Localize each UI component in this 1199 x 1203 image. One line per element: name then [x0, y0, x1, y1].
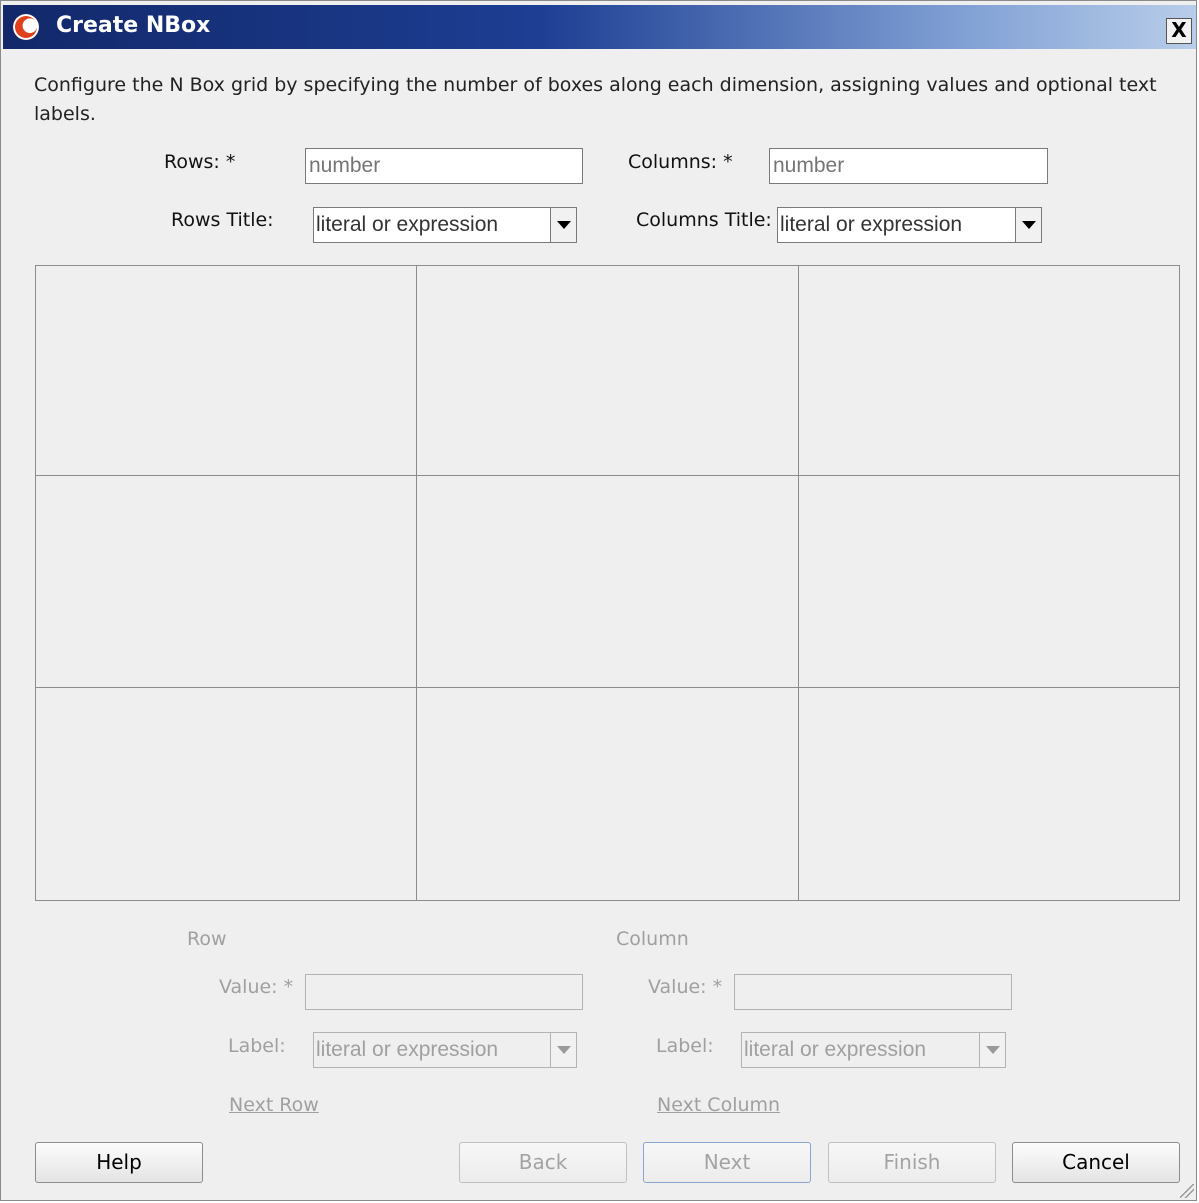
- next-row-link[interactable]: Next Row: [229, 1094, 319, 1116]
- columns-title-value: literal or expression: [780, 213, 963, 236]
- rows-title-label: Rows Title:: [171, 209, 274, 231]
- grid-cell[interactable]: [417, 476, 799, 688]
- help-button[interactable]: Help: [35, 1142, 203, 1183]
- grid-cell[interactable]: [799, 476, 1179, 688]
- description-text: Configure the N Box grid by specifying t…: [34, 74, 1157, 125]
- row-label-label: Label:: [228, 1035, 286, 1057]
- columns-title-label: Columns Title:: [636, 209, 772, 231]
- back-button[interactable]: Back: [459, 1142, 627, 1183]
- columns-label: Columns: *: [628, 151, 733, 173]
- next-button[interactable]: Next: [643, 1142, 811, 1183]
- column-label-label: Label:: [656, 1035, 714, 1057]
- column-label-value: literal or expression: [744, 1038, 927, 1061]
- columns-title-dropdown-button[interactable]: [1015, 208, 1041, 242]
- close-button[interactable]: X: [1166, 18, 1192, 44]
- rows-title-dropdown-button[interactable]: [550, 208, 576, 242]
- row-label-dropdown-button[interactable]: [550, 1033, 576, 1067]
- column-value-input[interactable]: [734, 974, 1012, 1010]
- title-bar[interactable]: Create NBox X: [3, 5, 1196, 49]
- column-section-heading: Column: [616, 928, 689, 950]
- chevron-down-icon: [557, 221, 571, 229]
- create-nbox-dialog: Create NBox X Configure the N Box grid b…: [0, 0, 1197, 1201]
- rows-title-combo[interactable]: literal or expression: [313, 207, 577, 243]
- chevron-down-icon: [986, 1046, 1000, 1054]
- next-column-link[interactable]: Next Column: [657, 1094, 780, 1116]
- grid-cell[interactable]: [36, 476, 417, 688]
- columns-input[interactable]: [769, 148, 1048, 184]
- grid-cell[interactable]: [799, 688, 1179, 900]
- grid-cell[interactable]: [417, 688, 799, 900]
- finish-button[interactable]: Finish: [828, 1142, 996, 1183]
- row-value-input[interactable]: [305, 974, 583, 1010]
- grid-cell[interactable]: [417, 266, 799, 476]
- grid-cell[interactable]: [799, 266, 1179, 476]
- column-label-combo[interactable]: literal or expression: [741, 1032, 1006, 1068]
- nbox-grid: [35, 265, 1180, 901]
- oracle-app-icon: [13, 14, 39, 40]
- chevron-down-icon: [557, 1046, 571, 1054]
- column-value-label: Value: *: [648, 976, 723, 998]
- cancel-button[interactable]: Cancel: [1012, 1142, 1180, 1183]
- grid-cell[interactable]: [36, 266, 417, 476]
- row-label-value: literal or expression: [316, 1038, 499, 1061]
- rows-title-value: literal or expression: [316, 213, 499, 236]
- window-title: Create NBox: [56, 13, 211, 38]
- resize-grip-icon[interactable]: [1180, 1184, 1194, 1198]
- grid-cell[interactable]: [36, 688, 417, 900]
- chevron-down-icon: [1022, 221, 1036, 229]
- row-label-combo[interactable]: literal or expression: [313, 1032, 577, 1068]
- rows-label: Rows: *: [164, 151, 236, 173]
- columns-title-combo[interactable]: literal or expression: [777, 207, 1042, 243]
- column-label-dropdown-button[interactable]: [979, 1033, 1005, 1067]
- row-value-label: Value: *: [219, 976, 294, 998]
- rows-input[interactable]: [305, 148, 583, 184]
- row-section-heading: Row: [187, 928, 227, 950]
